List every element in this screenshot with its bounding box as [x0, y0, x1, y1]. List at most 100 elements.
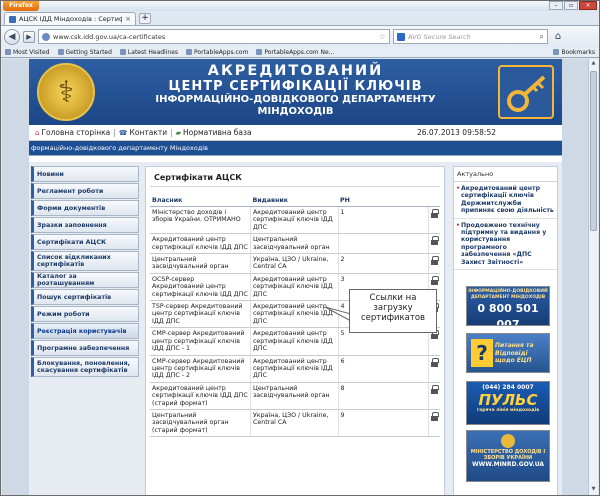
table-header-row: Власник Видавник РН [150, 195, 440, 207]
cell-owner: CMP-сервер Акредитований центр сертифіка… [150, 355, 251, 383]
scrollbar-thumb[interactable] [590, 71, 597, 231]
column-header-download [428, 195, 440, 207]
faq-banner[interactable]: ? Питання та Відповіді щодо ЕЦП [466, 333, 550, 373]
cell-download[interactable] [428, 253, 440, 274]
nav-item-certificate-search[interactable]: Пошук сертифікатів [31, 289, 139, 305]
page-icon [57, 49, 64, 55]
top-link-bar: ⌂ Головна сторінка | ☎ Контакти | ▰ Нормати… [29, 125, 562, 141]
annotation-callout: Ссылки на загрузку сертификатов [349, 289, 437, 333]
table-row: Центральний засвідчувальний орган (стари… [150, 409, 440, 438]
home-link[interactable]: ⌂ Головна сторінка [35, 128, 110, 137]
cell-issuer: Україна, ЦЗО / Ukraine, Central CA [250, 253, 339, 274]
cell-issuer: Акредитований центр сертифікації ключів … [250, 273, 339, 302]
search-input[interactable]: AVG Secure Search [408, 33, 537, 41]
cell-issuer: Центральний засвідчувальний орган [250, 382, 339, 410]
back-button[interactable]: ◀ [4, 28, 20, 45]
cell-download[interactable] [428, 355, 440, 383]
news-item[interactable]: Продовжено технічну підтримку та видання… [454, 219, 557, 271]
key-icon [507, 75, 546, 112]
vertical-scrollbar[interactable]: ▲ ▼ [588, 59, 598, 495]
cell-rn: 8 [338, 382, 429, 410]
cell-owner: Акредитований центр сертифікації ключів … [150, 382, 251, 410]
scroll-up-icon[interactable]: ▲ [590, 60, 597, 68]
contacts-icon: ☎ [118, 128, 128, 137]
cell-download[interactable] [428, 206, 440, 235]
news-item[interactable]: Акредитований центр сертифікації ключів … [454, 182, 557, 219]
nav-item-working-hours[interactable]: Режим роботи [31, 306, 139, 322]
nav-item-blocking[interactable]: Блокування, поновлення, скасування серти… [31, 357, 139, 377]
cell-download[interactable] [428, 409, 440, 438]
scroll-down-icon[interactable]: ▼ [590, 486, 597, 494]
cell-issuer: Акредитований центр сертифікації ключів … [250, 206, 339, 235]
certificate-download-icon[interactable] [430, 256, 439, 266]
nav-item-document-forms[interactable]: Форми документів [31, 200, 139, 216]
link-separator: | [170, 128, 173, 137]
new-tab-button[interactable]: + [139, 13, 151, 24]
search-bar[interactable]: AVG Secure Search ⌕ [393, 29, 548, 44]
minimize-button[interactable]: – [549, 1, 563, 10]
tab-close-icon[interactable]: × [125, 15, 131, 23]
cell-download[interactable] [428, 382, 440, 410]
table-row: CMP-сервер Акредитований центр сертифіка… [150, 355, 440, 383]
tab-active[interactable]: АЦСК ІДД Міндоходів : Сертифікати А... × [4, 12, 136, 25]
firefox-menu-button[interactable]: Firefox [3, 1, 39, 11]
home-icon: ⌂ [35, 128, 40, 137]
bookmark-most-visited[interactable]: Most Visited [5, 49, 50, 56]
certificate-download-icon[interactable] [430, 357, 439, 367]
bookmarks-toolbar: Most Visited Getting Started Latest Head… [1, 47, 599, 58]
cell-owner: Центральний засвідчувальний орган (стари… [150, 409, 251, 438]
close-window-button[interactable]: × [579, 1, 597, 10]
left-navigation: Новини Регламент роботи Форми документів… [31, 166, 139, 378]
hotline-banner[interactable]: ІНФОРМАЦІЙНО-ДОВІДКОВИЙ ДЕПАРТАМЕНТ МІНД… [466, 286, 550, 326]
nav-item-revoked-list[interactable]: Список відкликаних сертифікатів [31, 251, 139, 271]
tab-title: АЦСК ІДД Міндоходів : Сертифікати А... [19, 15, 122, 23]
page-icon [256, 49, 263, 55]
column-header-rn: РН [338, 195, 428, 207]
bookmark-portableapps[interactable]: PortableApps.com [186, 49, 248, 56]
cell-rn: 6 [338, 355, 429, 383]
nav-item-regulations[interactable]: Регламент роботи [31, 183, 139, 199]
window-controls: – ▫ × [549, 1, 597, 10]
cell-owner: Центральний засвідчувальний орган [150, 253, 251, 274]
bookmarks-menu-button[interactable]: Bookmarks [553, 49, 595, 56]
cell-download[interactable] [428, 233, 440, 255]
department-ticker: формаційно-довідкового департаменту Мінд… [29, 141, 562, 156]
table-row: Акредитований центр сертифікації ключів … [150, 382, 440, 410]
bookmark-latest-headlines[interactable]: Latest Headlines [119, 49, 178, 56]
current-datetime: 26.07.2013 09:58:52 [416, 128, 496, 137]
cell-issuer: Акредитований центр сертифікації ключів … [250, 327, 339, 356]
contacts-link[interactable]: ☎ Контакти [119, 128, 167, 137]
regulatory-link[interactable]: ▰ Нормативна база [176, 128, 252, 137]
bookmark-star-icon[interactable]: ☆ [379, 32, 386, 41]
certificate-download-icon[interactable] [430, 209, 439, 218]
nav-item-sample-forms[interactable]: Зразки заповнення [31, 217, 139, 233]
navigation-bar: ◀ ▶ www.csk.idd.gov.ua/ca-certificates ☆… [1, 25, 599, 47]
cell-rn: 1 [338, 206, 429, 235]
nav-item-location-catalog[interactable]: Каталог за розташуванням [31, 272, 139, 288]
home-icon[interactable]: ⌂ [551, 30, 565, 44]
search-icon[interactable]: ⌕ [540, 32, 544, 42]
url-text[interactable]: www.csk.idd.gov.ua/ca-certificates [53, 33, 376, 41]
title-bar: Firefox – ▫ × [1, 1, 599, 11]
certificate-download-icon[interactable] [430, 411, 439, 421]
nav-item-ca-certificates[interactable]: Сертифікати АЦСК [31, 234, 139, 250]
certificate-download-icon[interactable] [430, 236, 439, 246]
certificate-download-icon[interactable] [430, 384, 439, 394]
nav-item-user-registration[interactable]: Реєстрація користувачів [31, 323, 139, 339]
maximize-button[interactable]: ▫ [564, 1, 578, 10]
nav-item-news[interactable]: Новини [31, 166, 139, 182]
forward-button[interactable]: ▶ [23, 30, 35, 43]
page-icon [186, 49, 193, 55]
key-logo [498, 65, 554, 119]
rss-icon [119, 49, 126, 55]
bookmark-getting-started[interactable]: Getting Started [57, 49, 112, 56]
site-title: АКРЕДИТОВАНИЙ ЦЕНТР СЕРТИФІКАЦІЇ КЛЮЧІВ … [155, 63, 436, 117]
site-favicon-icon [9, 15, 16, 23]
bookmark-portableapps-news[interactable]: PortableApps.com Ne... [256, 49, 334, 56]
nav-item-software[interactable]: Програмне забезпечення [31, 340, 139, 356]
cell-issuer: Україна, ЦЗО / Ukraine, Central CA [250, 409, 339, 438]
pulse-banner[interactable]: (044) 284 0007 ПУЛЬС гаряча лінія міндох… [466, 381, 550, 425]
ministry-banner[interactable]: МІНІСТЕРСТВО ДОХОДІВ І ЗБОРІВ УКРАЇНИ WW… [466, 430, 550, 482]
url-bar[interactable]: www.csk.idd.gov.ua/ca-certificates ☆ [38, 29, 390, 44]
certificate-download-icon[interactable] [430, 275, 439, 285]
